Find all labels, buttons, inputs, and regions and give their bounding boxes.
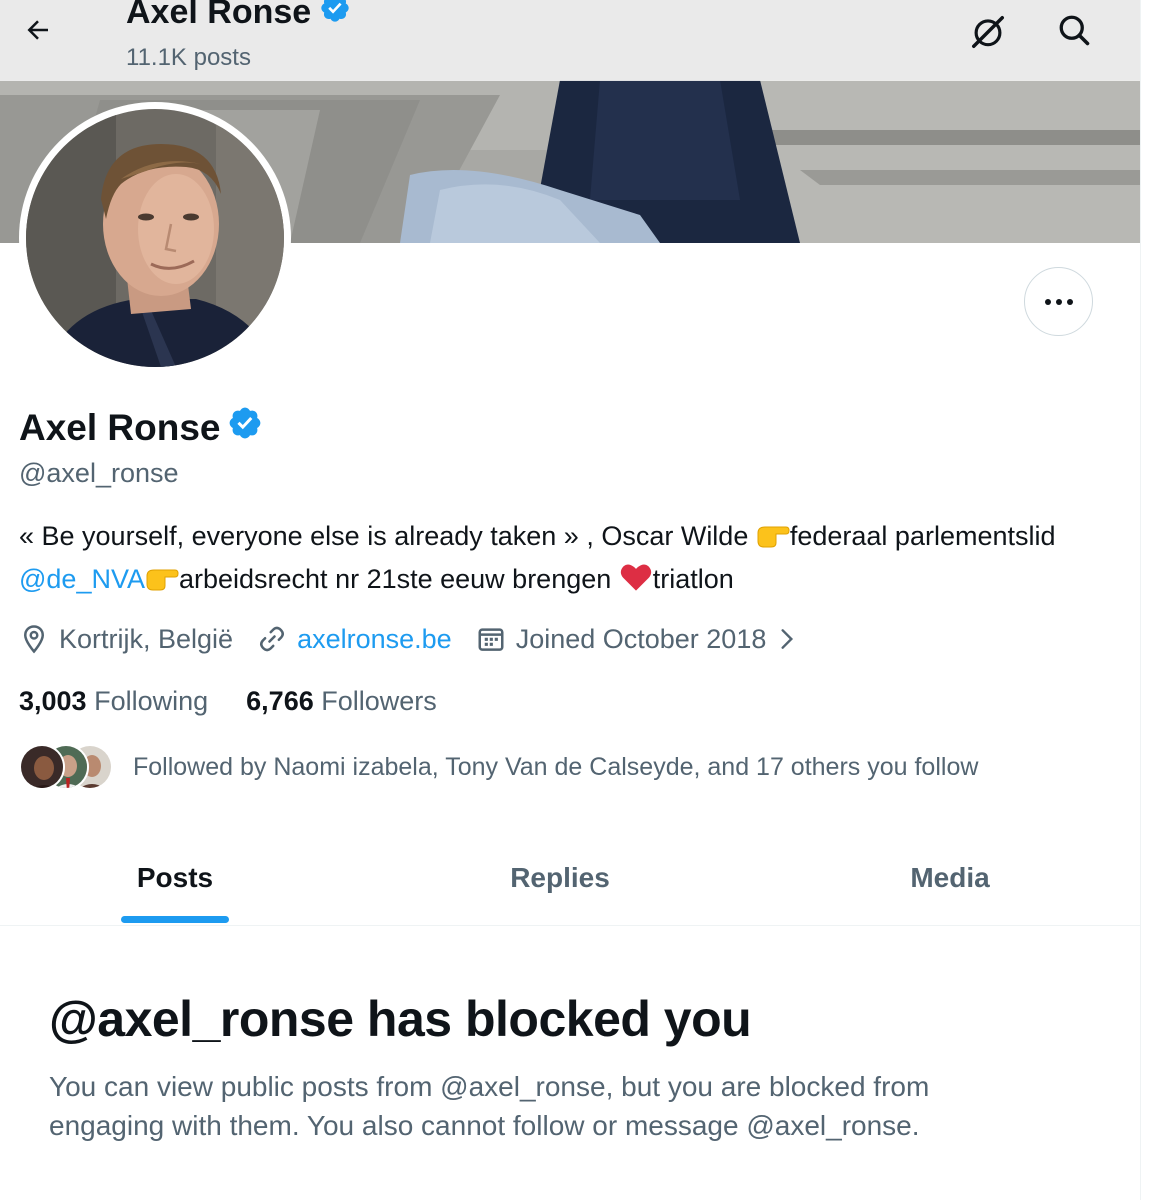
top-navigation-bar: Axel Ronse 11.1K posts xyxy=(0,0,1140,81)
profile-counts: 3,003 Following 6,766 Followers xyxy=(19,686,475,717)
profile-website[interactable]: axelronse.be xyxy=(257,624,452,655)
blocked-title: @axel_ronse has blocked you xyxy=(49,991,752,1047)
location-pin-icon xyxy=(23,625,45,654)
bio-text-3: arbeidsrecht nr 21ste eeuw brengen xyxy=(178,564,619,594)
search-button[interactable] xyxy=(1048,6,1100,54)
following-link[interactable]: 3,003 Following xyxy=(19,686,208,717)
tab-replies[interactable]: Replies xyxy=(380,830,740,926)
followers-count: 6,766 xyxy=(246,686,314,716)
link-icon xyxy=(260,626,285,652)
avatar-image xyxy=(26,109,284,367)
search-icon xyxy=(1059,15,1090,46)
following-count: 3,003 xyxy=(19,686,87,716)
joined-text: Joined October 2018 xyxy=(515,623,767,654)
profile-display-name: Axel Ronse xyxy=(19,405,263,450)
following-label: Following xyxy=(94,686,209,716)
profile-page: Axel Ronse 11.1K posts Axel Ronse @axel_… xyxy=(0,0,1140,1200)
grok-button[interactable] xyxy=(962,8,1014,56)
profile-location: Kortrijk, België xyxy=(19,624,233,655)
tab-media[interactable]: Media xyxy=(760,830,1140,926)
blocked-description: You can view public posts from @axel_ron… xyxy=(49,1071,930,1141)
verified-badge-icon[interactable] xyxy=(227,405,263,450)
arrow-left-icon xyxy=(27,20,48,40)
chevron-right-icon[interactable] xyxy=(774,626,800,652)
profile-bio: « Be yourself, everyone else is already … xyxy=(19,517,1109,603)
profile-joined: Joined October 2018 xyxy=(476,624,811,655)
profile-meta-row: Kortrijk, België axelronse.be Joined Oct… xyxy=(19,621,834,657)
bio-text-4: triatlon xyxy=(652,564,734,594)
followed-by-row[interactable]: Followed by Naomi izabela, Tony Van de C… xyxy=(19,744,978,790)
avatar xyxy=(19,744,65,790)
more-options-button[interactable] xyxy=(1024,267,1093,336)
profile-tabs: Posts Replies Media xyxy=(0,830,1140,926)
red-heart-emoji xyxy=(619,562,653,603)
followers-label: Followers xyxy=(321,686,437,716)
tab-posts[interactable]: Posts xyxy=(0,830,350,926)
bio-text-1: « Be yourself, everyone else is already … xyxy=(19,521,756,551)
page-gutter xyxy=(1140,0,1175,1200)
bio-text-2: federaal parlementslid xyxy=(789,521,1056,551)
verified-badge-icon xyxy=(319,0,351,33)
display-name-text: Axel Ronse xyxy=(19,406,221,448)
more-dots-icon xyxy=(1044,298,1073,305)
calendar-icon xyxy=(478,628,504,651)
followed-by-text: Followed by Naomi izabela, Tony Van de C… xyxy=(133,752,979,781)
bio-mention-link[interactable]: @de_NVA xyxy=(19,564,145,594)
back-button[interactable] xyxy=(16,8,60,52)
pointing-hand-emoji xyxy=(145,564,179,603)
header-name-text: Axel Ronse xyxy=(126,0,312,31)
profile-avatar[interactable] xyxy=(19,102,291,374)
grok-icon xyxy=(972,16,1004,48)
profile-handle: @axel_ronse xyxy=(19,458,179,488)
followers-you-know-avatars xyxy=(19,744,113,790)
followers-link[interactable]: 6,766 Followers xyxy=(246,686,437,717)
pointing-hand-emoji xyxy=(756,521,790,560)
active-tab-indicator xyxy=(121,916,229,923)
website-link[interactable]: axelronse.be xyxy=(297,624,452,655)
header-name: Axel Ronse xyxy=(126,0,351,33)
header-posts-count: 11.1K posts xyxy=(126,44,251,71)
location-text: Kortrijk, België xyxy=(59,623,234,654)
